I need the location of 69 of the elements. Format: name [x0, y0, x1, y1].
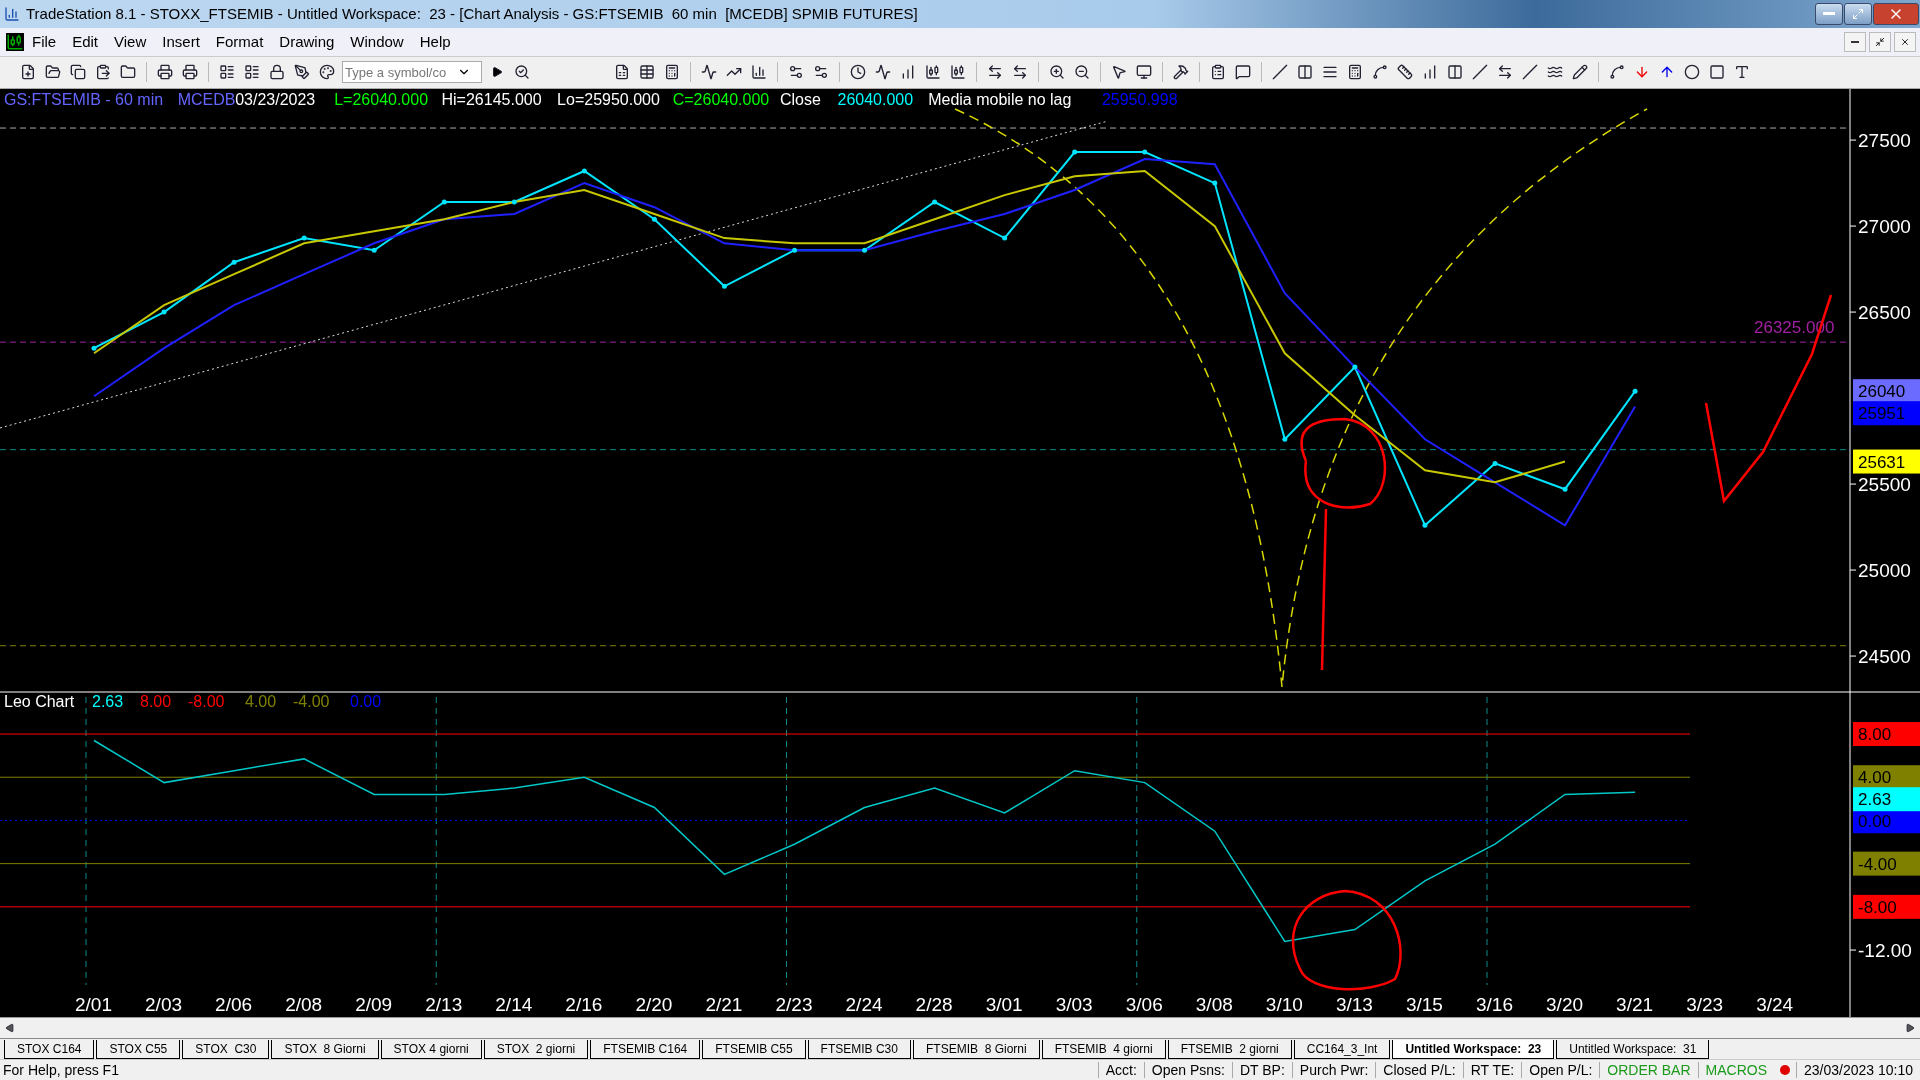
chart-header-value: 25950.998	[1101, 91, 1178, 109]
indicator-level-tag-label: -4.00	[1858, 854, 1897, 874]
indicator-tag-label: 2.63	[1858, 790, 1892, 810]
date-label: 2/16	[565, 994, 603, 1016]
price-axis-tick: 25500	[1849, 474, 1911, 496]
date-label: 2/13	[425, 994, 463, 1016]
date-label: 2/03	[145, 994, 183, 1016]
date-label: 2/21	[705, 994, 743, 1016]
chart-header-value: Hi=26145.000	[441, 91, 542, 109]
date-label: 2/09	[355, 994, 393, 1016]
date-label: 2/23	[775, 994, 813, 1016]
status-field: Open P/L:	[1521, 1062, 1600, 1079]
price-axis-tick: 25000	[1849, 560, 1911, 582]
date-label: 3/08	[1195, 994, 1233, 1016]
indicator-title: Leo Chart	[4, 693, 75, 711]
date-label: 3/01	[985, 994, 1023, 1016]
date-label: 3/16	[1476, 994, 1513, 1016]
price-tag-label: 26040	[1858, 382, 1906, 402]
chart-header-value: Media mobile no lag	[928, 91, 1072, 109]
indicator-value: 2.63	[92, 693, 124, 711]
date-label: 2/20	[635, 994, 673, 1016]
status-field: Acct:	[1097, 1062, 1144, 1079]
status-field: DT BP:	[1231, 1062, 1292, 1079]
status-field: 23/03/2023 10:10	[1796, 1062, 1920, 1079]
price-axis-tick: 24500	[1849, 646, 1911, 668]
indicator-level-tag-label: 8.00	[1858, 725, 1892, 745]
date-label: 2/08	[285, 994, 323, 1016]
date-label: 3/15	[1405, 994, 1443, 1016]
date-label: 2/06	[215, 994, 253, 1016]
status-field: RT TE:	[1462, 1062, 1522, 1079]
price-axis-tick: 27500	[1849, 130, 1911, 152]
chart-header-value: L=26040.000	[334, 91, 429, 109]
date-label: 3/24	[1756, 994, 1794, 1016]
date-label: 3/13	[1335, 994, 1373, 1016]
date-label: 3/20	[1546, 994, 1584, 1016]
date-label: 3/23	[1686, 994, 1724, 1016]
chart-header-value: Lo=25950.000	[557, 91, 660, 109]
date-label: 2/28	[915, 994, 953, 1016]
date-label: 2/14	[495, 994, 533, 1016]
chart-header-value: 03/23/2023	[235, 91, 316, 109]
date-label: 2/01	[75, 994, 112, 1016]
help-text: For Help, press F1	[2, 1062, 120, 1079]
chart-header-value: MCEDB	[177, 91, 236, 109]
indicator-value: -4.00	[293, 693, 330, 711]
indicator-level-tag-label: -8.00	[1858, 898, 1897, 918]
window-title: TradeStation 8.1 - STOXX_FTSEMIB - Untitled Workspace: 23 - [Chart Analysis - GS:FTSEMIB 60 min [MCEDB] SPMIB FUTURES]	[26, 5, 919, 23]
status-field: Open Psns:	[1143, 1062, 1232, 1079]
price-tag-label: 25951	[1858, 404, 1906, 424]
indicator-value: 8.00	[140, 693, 172, 711]
indicator-axis-tick: -12.00	[1849, 940, 1912, 962]
chart-header-value: GS:FTSEMIB - 60 min	[4, 91, 164, 109]
indicator-level-tag-label: 0.00	[1858, 812, 1892, 832]
date-label: 3/10	[1265, 994, 1303, 1016]
date-label: 2/24	[845, 994, 883, 1016]
date-label: 3/06	[1125, 994, 1163, 1016]
chart-header-value: C=26040.000	[672, 91, 770, 109]
status-field: Closed P/L:	[1375, 1062, 1463, 1079]
indicator-value: -8.00	[188, 693, 225, 711]
indicator-value: 0.00	[350, 693, 382, 711]
indicator-value: 4.00	[245, 693, 277, 711]
status-field: Purch Pwr:	[1291, 1062, 1376, 1079]
chart-header-value: Close	[780, 91, 821, 109]
price-tag-label: 25631	[1858, 452, 1906, 472]
price-axis-tick: 26500	[1849, 302, 1911, 324]
chart-header-value: 26040.000	[837, 91, 914, 109]
indicator-level-tag-label: 4.00	[1858, 768, 1892, 788]
date-label: 3/21	[1616, 994, 1654, 1016]
date-label: 3/03	[1055, 994, 1093, 1016]
price-axis-tick: 27000	[1849, 216, 1911, 238]
